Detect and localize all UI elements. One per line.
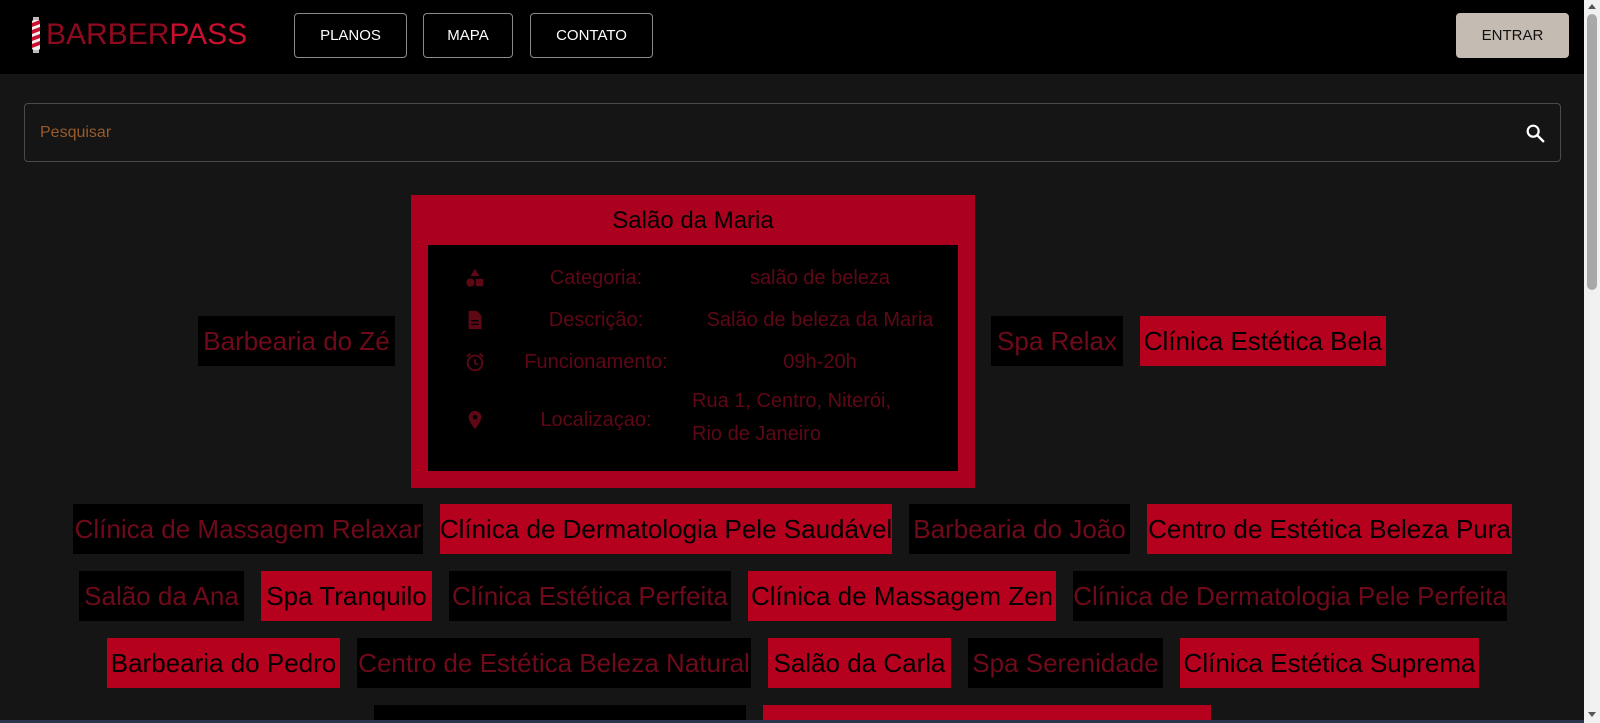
- detail-label: Descrição:: [548, 309, 644, 331]
- page-scrollbar[interactable]: [1584, 0, 1600, 723]
- detail-value: 09h-20h: [783, 351, 857, 373]
- detail-label: Funcionamento:: [524, 351, 668, 373]
- business-card[interactable]: Clínica Estética Bela: [1140, 316, 1386, 366]
- business-detail-card[interactable]: Salão da Maria Categoria: salão de belez…: [411, 195, 975, 488]
- business-card[interactable]: Spa Serenidade: [968, 638, 1163, 688]
- nav-mapa-button[interactable]: MAPA: [423, 13, 513, 58]
- nav-contato-button[interactable]: CONTATO: [530, 13, 653, 58]
- detail-row-location: Localizaçao: Rua 1, Centro, Niterói, Rio…: [428, 385, 958, 455]
- business-card[interactable]: Spa Tranquilo: [261, 571, 432, 621]
- business-card[interactable]: Clínica de Dermatologia Pele Perfeita: [1073, 571, 1507, 621]
- search-placeholder: Pesquisar: [40, 124, 112, 141]
- alarm-icon: [466, 353, 484, 372]
- business-card[interactable]: Salão da Ana: [79, 571, 244, 621]
- business-card[interactable]: Clínica Estética Perfeita: [449, 571, 731, 621]
- business-card[interactable]: Clínica de Massagem Relaxar: [73, 504, 423, 554]
- detail-info-panel: Categoria: salão de beleza Descrição: Sa…: [428, 245, 958, 471]
- business-card[interactable]: Clínica de Dermatologia Pele Saudável: [440, 504, 892, 554]
- business-card[interactable]: Barbearia do Pedro: [107, 638, 340, 688]
- search-icon[interactable]: [1524, 122, 1546, 144]
- brand-name-part1: BARBER: [46, 18, 170, 51]
- location-pin-icon: [468, 410, 482, 430]
- business-card[interactable]: Spa Relax: [991, 316, 1123, 366]
- business-card[interactable]: Centro de Estética Beleza Pura: [1147, 504, 1512, 554]
- detail-value-line2: Rio de Janeiro: [692, 423, 821, 445]
- scrollbar-thumb[interactable]: [1587, 14, 1597, 290]
- barber-pole-icon: [32, 17, 40, 53]
- business-card[interactable]: Barbearia do João: [909, 504, 1130, 554]
- brand-name-part2: PASS: [169, 18, 248, 51]
- scroll-up-arrow-icon[interactable]: [1588, 4, 1596, 9]
- scroll-down-arrow-icon[interactable]: [1588, 712, 1596, 717]
- detail-label: Localizaçao:: [540, 409, 652, 431]
- business-card[interactable]: Clínica de Massagem Zen: [748, 571, 1056, 621]
- detail-value: Rua 1, Centro, Niterói, Rio de Janeiro: [692, 385, 952, 451]
- business-card[interactable]: Clínica Estética Suprema: [1180, 638, 1479, 688]
- business-card[interactable]: Barbearia do Zé: [198, 316, 395, 366]
- business-card[interactable]: Centro de Estética Beleza Natural: [357, 638, 751, 688]
- business-card[interactable]: Salão da Carla: [768, 638, 951, 688]
- detail-value: salão de beleza: [749, 267, 891, 289]
- brand-logo[interactable]: BARBERPASS: [30, 16, 247, 54]
- document-icon: [468, 310, 482, 330]
- top-navbar: BARBERPASS PLANOS MAPA CONTATO ENTRAR: [0, 0, 1584, 74]
- detail-value-line1: Rua 1, Centro, Niterói,: [692, 390, 891, 412]
- detail-title: Salão da Maria: [612, 207, 774, 234]
- detail-value: Salão de beleza da Maria: [706, 309, 934, 331]
- login-button[interactable]: ENTRAR: [1456, 13, 1569, 58]
- brand-name: BARBERPASS: [46, 20, 247, 50]
- nav-planos-button[interactable]: PLANOS: [294, 13, 407, 58]
- search-input[interactable]: Pesquisar: [24, 103, 1561, 162]
- category-icon: [466, 268, 484, 287]
- detail-label: Categoria:: [549, 267, 643, 289]
